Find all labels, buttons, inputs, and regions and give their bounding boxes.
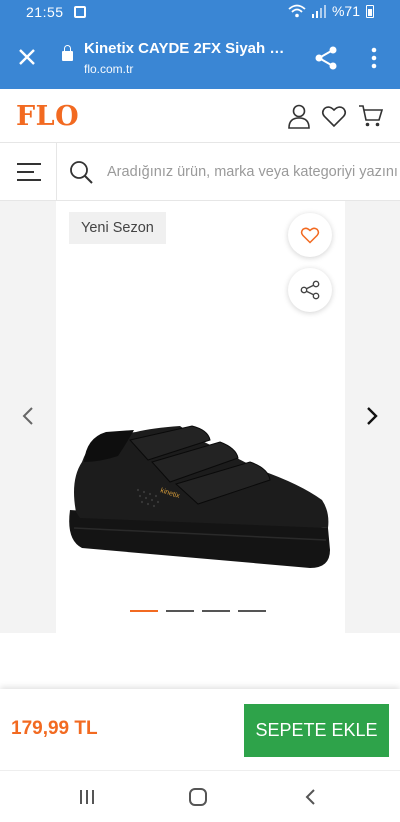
browser-toolbar: Kinetix CAYDE 2FX Siyah Ka... flo.com.tr bbox=[0, 26, 400, 89]
chevron-right-icon bbox=[367, 407, 378, 425]
purchase-bar: 179,99 TL SEPETE EKLE bbox=[0, 689, 400, 770]
user-icon[interactable] bbox=[286, 103, 312, 129]
hamburger-line bbox=[17, 171, 34, 173]
share-icon[interactable] bbox=[312, 44, 340, 72]
new-season-badge: Yeni Sezon bbox=[69, 212, 166, 244]
back-icon bbox=[305, 789, 315, 805]
search-icon[interactable] bbox=[68, 159, 94, 185]
status-right: %71 bbox=[288, 3, 374, 19]
gallery-next-button[interactable] bbox=[360, 401, 384, 431]
lock-icon bbox=[62, 45, 73, 61]
add-to-cart-button[interactable]: SEPETE EKLE bbox=[244, 704, 389, 757]
hamburger-line bbox=[17, 163, 41, 165]
chevron-left-icon bbox=[22, 407, 33, 425]
page-title: Kinetix CAYDE 2FX Siyah Ka... bbox=[84, 40, 294, 57]
recents-button[interactable] bbox=[75, 785, 99, 809]
product-price: 179,99 TL bbox=[11, 718, 98, 739]
heart-icon bbox=[300, 227, 320, 244]
battery-icon bbox=[366, 4, 374, 18]
site-header: FLO bbox=[0, 89, 400, 143]
status-bar: 21:55 %71 bbox=[0, 0, 400, 26]
close-icon bbox=[19, 49, 35, 65]
home-button[interactable] bbox=[186, 785, 210, 809]
gallery-dot[interactable] bbox=[238, 610, 266, 612]
close-tab-button[interactable] bbox=[12, 42, 42, 72]
flo-logo[interactable]: FLO bbox=[16, 101, 79, 132]
share-icon bbox=[300, 280, 320, 300]
hamburger-menu-button[interactable] bbox=[0, 143, 57, 201]
product-details-area bbox=[0, 633, 400, 689]
heart-icon[interactable] bbox=[321, 103, 347, 129]
favorite-button[interactable] bbox=[288, 213, 332, 257]
more-vert-icon[interactable] bbox=[364, 44, 384, 72]
search-input[interactable] bbox=[107, 159, 397, 185]
system-nav-bar bbox=[0, 770, 400, 822]
home-icon bbox=[189, 788, 207, 806]
battery-percent: %71 bbox=[331, 3, 360, 19]
recents-icon bbox=[80, 790, 94, 804]
search-bar bbox=[0, 143, 400, 201]
screen: 21:55 %71 Kinetix CAYDE 2FX Siyah Ka... … bbox=[0, 0, 400, 822]
back-button[interactable] bbox=[298, 785, 322, 809]
cart-icon[interactable] bbox=[358, 103, 384, 129]
share-product-button[interactable] bbox=[288, 268, 332, 312]
hamburger-line bbox=[17, 179, 41, 181]
gallery-dot[interactable] bbox=[130, 610, 158, 612]
gallery-notification-icon bbox=[74, 6, 86, 18]
gallery-pagination[interactable] bbox=[130, 610, 266, 612]
gallery-dot[interactable] bbox=[166, 610, 194, 612]
signal-icon bbox=[311, 4, 326, 18]
gallery-prev-button[interactable] bbox=[16, 401, 40, 431]
product-image: kinetix bbox=[69, 425, 330, 568]
gallery-dot[interactable] bbox=[202, 610, 230, 612]
page-url[interactable]: flo.com.tr bbox=[84, 62, 133, 76]
wifi-icon bbox=[288, 4, 306, 18]
status-time: 21:55 bbox=[26, 4, 64, 20]
